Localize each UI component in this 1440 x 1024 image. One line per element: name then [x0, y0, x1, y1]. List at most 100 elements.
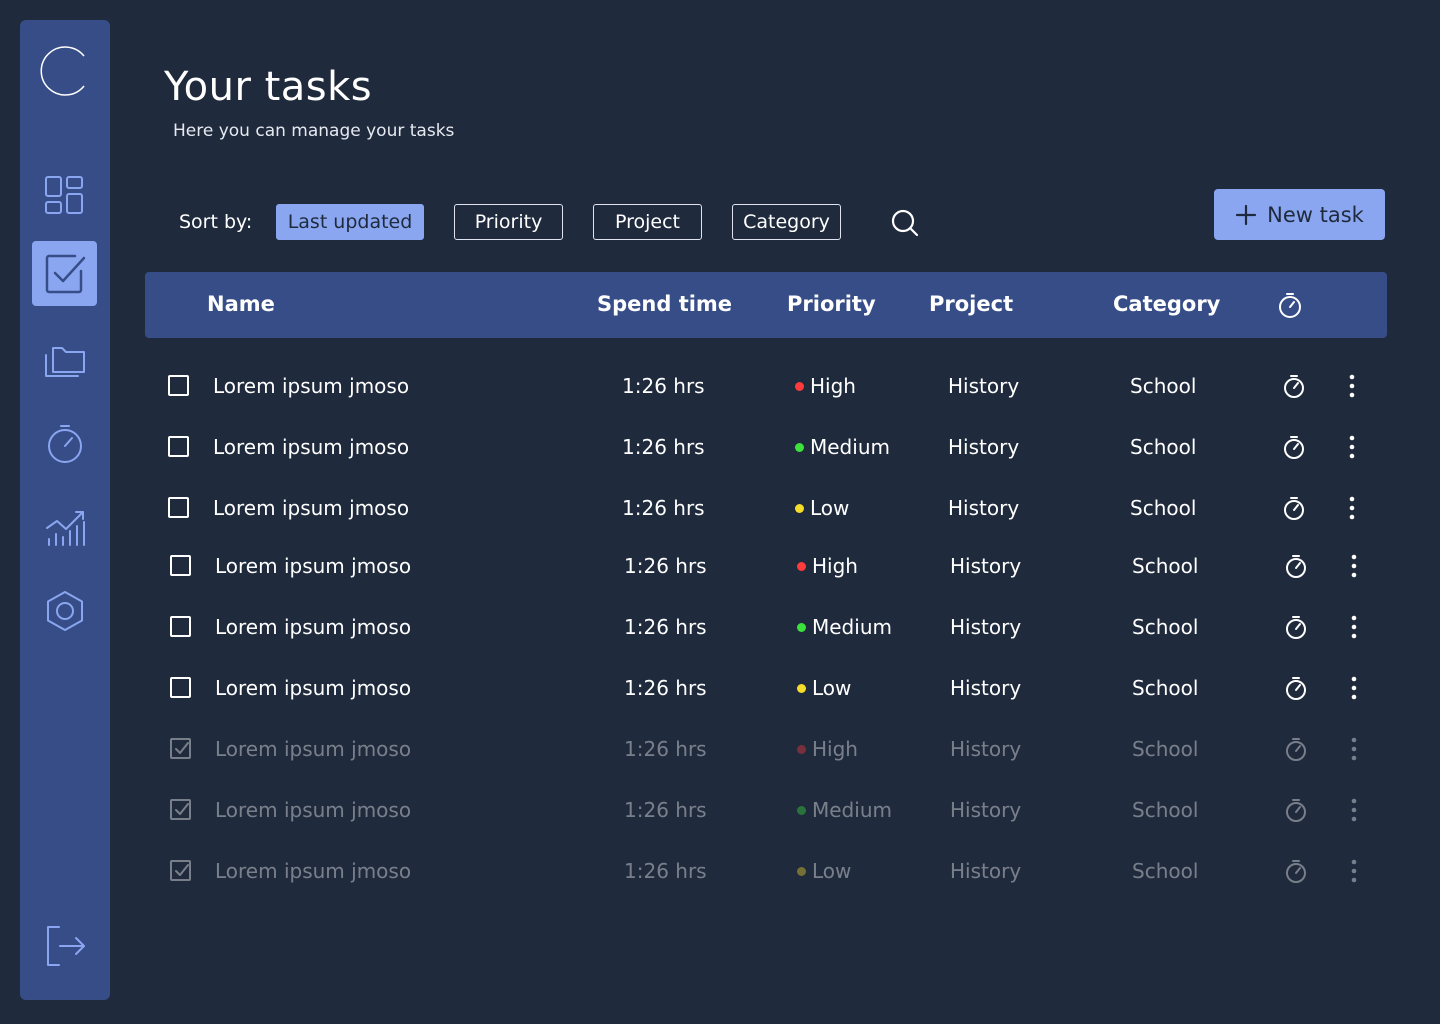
- more-options-button[interactable]: [1348, 553, 1360, 579]
- task-checkbox[interactable]: [170, 616, 191, 637]
- table-row[interactable]: Lorem ipsum jmoso 1:26 hrs Medium History Sc…: [0, 791, 1440, 831]
- start-timer-button[interactable]: [1283, 736, 1309, 762]
- task-name[interactable]: Lorem ipsum jmoso: [215, 554, 411, 578]
- timer-icon: [1286, 860, 1306, 883]
- task-checkbox[interactable]: [170, 738, 191, 759]
- start-timer-button[interactable]: [1283, 553, 1309, 579]
- task-name[interactable]: Lorem ipsum jmoso: [213, 374, 409, 398]
- task-checkbox[interactable]: [170, 677, 191, 698]
- sort-priority-button[interactable]: Priority: [454, 204, 563, 240]
- more-options-button[interactable]: [1348, 858, 1360, 884]
- task-checkbox[interactable]: [168, 436, 189, 457]
- task-priority: Medium: [797, 798, 892, 822]
- column-header-category[interactable]: Category: [1113, 292, 1220, 316]
- task-name[interactable]: Lorem ipsum jmoso: [213, 435, 409, 459]
- task-priority-label: Low: [810, 496, 850, 520]
- check-icon: [175, 864, 189, 876]
- task-spend-time: 1:26 hrs: [624, 859, 707, 883]
- task-checkbox[interactable]: [168, 375, 189, 396]
- start-timer-button[interactable]: [1283, 675, 1309, 701]
- task-priority-label: Low: [812, 676, 852, 700]
- priority-dot-icon: [797, 805, 806, 815]
- table-row[interactable]: Lorem ipsum jmoso 1:26 hrs Low History Schoo…: [0, 669, 1440, 709]
- check-icon: [175, 742, 189, 754]
- more-options-button[interactable]: [1348, 675, 1360, 701]
- more-options-button[interactable]: [1346, 434, 1358, 460]
- priority-dot-icon: [795, 503, 804, 513]
- sidebar-item-dashboard[interactable]: [32, 163, 97, 228]
- timer-icon: [1286, 677, 1306, 700]
- start-timer-button[interactable]: [1281, 495, 1307, 521]
- task-priority-label: Low: [812, 859, 852, 883]
- table-row[interactable]: Lorem ipsum jmoso 1:26 hrs High History Scho…: [0, 367, 1440, 407]
- task-project: History: [950, 615, 1022, 639]
- task-spend-time: 1:26 hrs: [624, 798, 707, 822]
- task-priority-label: High: [812, 737, 858, 761]
- task-name[interactable]: Lorem ipsum jmoso: [213, 496, 409, 520]
- priority-dot-icon: [797, 683, 806, 693]
- task-project: History: [948, 496, 1020, 520]
- tasks-icon: [45, 254, 85, 293]
- task-project: History: [950, 554, 1022, 578]
- start-timer-button[interactable]: [1283, 797, 1309, 823]
- column-header-priority[interactable]: Priority: [787, 292, 876, 316]
- task-name[interactable]: Lorem ipsum jmoso: [215, 737, 411, 761]
- dashboard-icon: [44, 175, 83, 214]
- task-project: History: [950, 798, 1022, 822]
- start-timer-button[interactable]: [1283, 614, 1309, 640]
- task-name[interactable]: Lorem ipsum jmoso: [215, 676, 411, 700]
- task-name[interactable]: Lorem ipsum jmoso: [215, 798, 411, 822]
- more-vertical-icon: [1349, 435, 1355, 459]
- table-row[interactable]: Lorem ipsum jmoso 1:26 hrs Low History Schoo…: [0, 852, 1440, 892]
- task-checkbox[interactable]: [170, 860, 191, 881]
- task-category: School: [1130, 496, 1197, 520]
- sort-category-button[interactable]: Category: [732, 204, 841, 240]
- task-category: School: [1132, 554, 1199, 578]
- start-timer-button[interactable]: [1283, 858, 1309, 884]
- more-vertical-icon: [1349, 496, 1355, 520]
- more-options-button[interactable]: [1346, 373, 1358, 399]
- sort-last-updated-button[interactable]: Last updated: [276, 204, 424, 240]
- task-checkbox[interactable]: [170, 799, 191, 820]
- task-priority: Low: [795, 496, 849, 520]
- table-row[interactable]: Lorem ipsum jmoso 1:26 hrs Medium History Sc…: [0, 608, 1440, 648]
- page-title: Your tasks: [164, 64, 373, 110]
- more-options-button[interactable]: [1346, 495, 1358, 521]
- start-timer-button[interactable]: [1281, 373, 1307, 399]
- logout-button[interactable]: [32, 913, 97, 978]
- task-category: School: [1130, 435, 1197, 459]
- table-row[interactable]: Lorem ipsum jmoso 1:26 hrs Low History Schoo…: [0, 489, 1440, 529]
- new-task-button[interactable]: New task: [1214, 189, 1385, 240]
- more-options-button[interactable]: [1348, 614, 1360, 640]
- table-row[interactable]: Lorem ipsum jmoso 1:26 hrs Medium History Sc…: [0, 428, 1440, 468]
- table-header: Name Spend time Priority Project Categor…: [145, 272, 1387, 338]
- sort-project-button[interactable]: Project: [593, 204, 702, 240]
- sidebar-item-tasks[interactable]: [32, 241, 97, 306]
- more-vertical-icon: [1351, 737, 1357, 761]
- more-options-button[interactable]: [1348, 797, 1360, 823]
- task-priority: High: [797, 554, 858, 578]
- task-priority: Low: [797, 676, 851, 700]
- task-name[interactable]: Lorem ipsum jmoso: [215, 615, 411, 639]
- task-spend-time: 1:26 hrs: [622, 435, 705, 459]
- column-header-project[interactable]: Project: [929, 292, 1013, 316]
- task-name[interactable]: Lorem ipsum jmoso: [215, 859, 411, 883]
- task-priority-label: Medium: [810, 435, 890, 459]
- timer-icon: [1276, 291, 1304, 319]
- task-checkbox[interactable]: [170, 555, 191, 576]
- start-timer-button[interactable]: [1281, 434, 1307, 460]
- task-checkbox[interactable]: [168, 497, 189, 518]
- more-options-button[interactable]: [1348, 736, 1360, 762]
- search-button[interactable]: [889, 207, 921, 239]
- table-row[interactable]: Lorem ipsum jmoso 1:26 hrs High History Scho…: [0, 730, 1440, 770]
- column-header-name[interactable]: Name: [207, 292, 275, 316]
- timer-icon: [1284, 436, 1304, 459]
- timer-icon: [1286, 799, 1306, 822]
- more-vertical-icon: [1351, 676, 1357, 700]
- task-priority-label: Medium: [812, 798, 892, 822]
- task-spend-time: 1:26 hrs: [622, 374, 705, 398]
- timer-icon: [1286, 616, 1306, 639]
- table-row[interactable]: Lorem ipsum jmoso 1:26 hrs High History Scho…: [0, 547, 1440, 587]
- column-header-spend-time[interactable]: Spend time: [597, 292, 732, 316]
- logo-icon: [38, 44, 92, 98]
